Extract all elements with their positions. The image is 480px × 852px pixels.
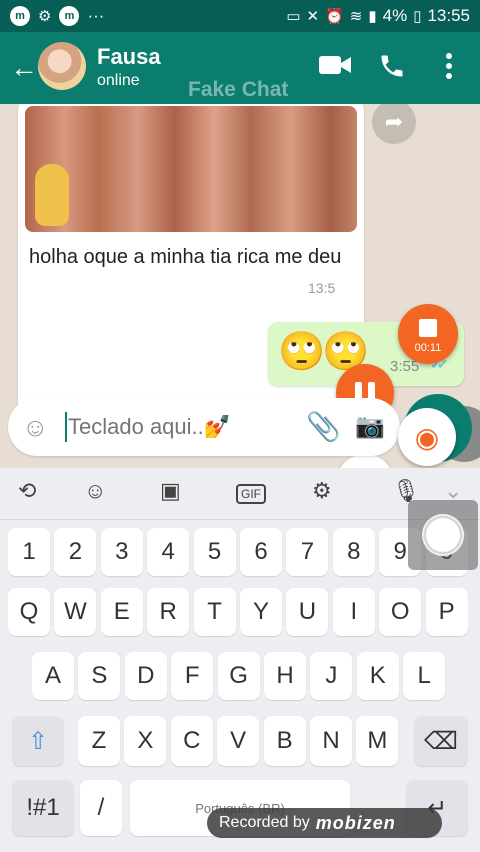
key-3[interactable]: 3	[100, 528, 143, 576]
key-q[interactable]: Q	[8, 588, 50, 636]
key-b[interactable]: B	[263, 716, 306, 766]
settings-icon[interactable]: ⚙	[312, 478, 332, 504]
key-z[interactable]: Z	[78, 716, 120, 766]
key-7[interactable]: 7	[286, 528, 329, 576]
video-call-icon[interactable]	[318, 52, 352, 78]
key-2[interactable]: 2	[54, 528, 97, 576]
key-s[interactable]: S	[78, 652, 121, 700]
emoji-icon[interactable]: ☺	[22, 412, 49, 443]
key-u[interactable]: U	[286, 588, 329, 636]
notification-icon: ⚙	[38, 8, 52, 25]
recorder-brand: mobizen	[315, 812, 396, 833]
gif-icon[interactable]: GIF	[236, 484, 266, 504]
key-e[interactable]: E	[100, 588, 143, 636]
message-photo[interactable]	[25, 106, 357, 232]
cast-icon: ▭	[286, 8, 301, 25]
emoji-eyeroll: 🙄	[278, 331, 326, 373]
key-l[interactable]: L	[403, 652, 446, 700]
key-5[interactable]: 5	[193, 528, 236, 576]
key-1[interactable]: 1	[8, 528, 50, 576]
phone-call-icon[interactable]	[378, 52, 406, 80]
key-h[interactable]: H	[264, 652, 306, 700]
key-6[interactable]: 6	[240, 528, 282, 576]
key-g[interactable]: G	[217, 652, 260, 700]
app-badge-icon: m	[10, 6, 30, 26]
message-time: 13:5	[308, 280, 336, 296]
camera-icon[interactable]: 📷	[355, 412, 385, 441]
nail-detail	[35, 164, 69, 226]
attach-icon[interactable]: 📎	[306, 410, 341, 443]
key-x[interactable]: X	[124, 716, 167, 766]
key-d[interactable]: D	[124, 652, 167, 700]
webcam-icon[interactable]: ◉	[398, 408, 456, 466]
more-vert-icon[interactable]	[444, 52, 454, 80]
key-slash[interactable]: /	[80, 780, 122, 836]
battery-icon: ▯	[413, 8, 422, 25]
key-c[interactable]: C	[170, 716, 213, 766]
more-notifications-icon: ···	[87, 6, 105, 25]
record-stop-button[interactable]: 00:11	[398, 304, 458, 364]
contact-name[interactable]: Fausa	[97, 44, 161, 70]
clock: 13:55	[427, 6, 470, 25]
message-input[interactable]	[68, 414, 298, 440]
key-8[interactable]: 8	[332, 528, 375, 576]
back-arrow-icon[interactable]: ←	[10, 52, 38, 84]
chat-header: ← Fausa online Fake Chat	[0, 32, 480, 104]
wifi-icon: ≋	[349, 8, 363, 25]
backspace-key[interactable]: ⌫	[414, 716, 468, 766]
key-i[interactable]: I	[332, 588, 375, 636]
key-n[interactable]: N	[310, 716, 352, 766]
status-bar: m ⚙ m ··· ▭ ✕ ⏰ ≋ ▮ 4% ▯ 13:55	[0, 0, 480, 32]
key-j[interactable]: J	[310, 652, 353, 700]
key-k[interactable]: K	[356, 652, 399, 700]
key-a[interactable]: A	[32, 652, 74, 700]
signal-icon: ▮	[368, 8, 377, 25]
record-elapsed: 00:11	[414, 342, 442, 354]
mute-icon: ✕	[306, 8, 320, 25]
shift-key[interactable]: ⇧	[12, 716, 64, 766]
key-f[interactable]: F	[171, 652, 214, 700]
sticker-icon[interactable]: ▣	[160, 478, 181, 504]
message-composer: ☺ 📎 📷	[8, 398, 400, 456]
key-r[interactable]: R	[147, 588, 190, 636]
text-caret	[65, 412, 67, 442]
key-m[interactable]: M	[356, 716, 399, 766]
record-camera-button[interactable]: 📷	[336, 454, 394, 468]
assistive-touch-button[interactable]	[408, 500, 478, 570]
key-w[interactable]: W	[54, 588, 97, 636]
alarm-icon: ⏰	[325, 8, 344, 25]
contact-status: online	[97, 72, 140, 89]
forward-icon[interactable]: ➦	[372, 104, 416, 144]
key-4[interactable]: 4	[147, 528, 190, 576]
emoji-icon[interactable]: ☺	[84, 478, 106, 504]
key-y[interactable]: Y	[240, 588, 282, 636]
key-v[interactable]: V	[217, 716, 260, 766]
app-badge-icon: m	[59, 6, 80, 26]
key-p[interactable]: P	[425, 588, 468, 636]
watermark-text: Fake Chat	[188, 78, 289, 101]
text-mode-icon[interactable]: ⟲	[18, 478, 36, 504]
stop-icon	[419, 319, 437, 337]
key-o[interactable]: O	[379, 588, 422, 636]
symbols-key[interactable]: !#1	[12, 780, 74, 836]
recorder-watermark: Recorded by mobizen	[207, 808, 442, 838]
recorder-label: Recorded by	[219, 814, 310, 831]
key-t[interactable]: T	[193, 588, 236, 636]
battery-text: 4%	[382, 6, 408, 25]
message-text: holha oque a minha tia rica me deu	[29, 246, 342, 268]
avatar[interactable]	[38, 42, 86, 90]
